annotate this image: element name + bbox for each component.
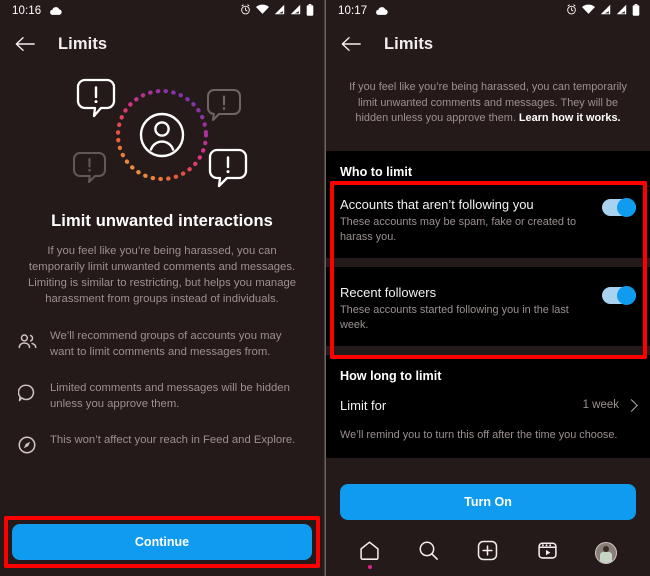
section-title-who-to-limit: Who to limit	[340, 164, 413, 179]
profile-avatar-icon	[595, 542, 618, 564]
battery-icon	[632, 3, 640, 19]
how-long-to-limit-section: How long to limit Limit for 1 week We’ll…	[326, 354, 650, 458]
comment-icon	[18, 382, 44, 404]
limit-row-recent-followers[interactable]: Recent followers These accounts started …	[340, 267, 636, 346]
status-icons-right	[240, 3, 314, 19]
turn-on-button[interactable]: Turn On	[340, 484, 636, 520]
search-icon	[418, 540, 439, 566]
limit-row-title: Recent followers	[340, 284, 437, 300]
section-divider	[326, 345, 650, 355]
limit-for-label: Limit for	[340, 397, 387, 413]
bottom-navigation-bar	[326, 530, 650, 576]
cloud-icon	[375, 6, 388, 16]
recent-followers-section: Recent followers These accounts started …	[326, 266, 650, 346]
toggle-knob	[617, 285, 636, 305]
left-phone-screen: 10:16 Limits Limit unwanted interactions…	[0, 0, 325, 576]
hero-title: Limit unwanted interactions	[51, 212, 273, 230]
limit-row-subtitle: These accounts started following you in …	[340, 303, 569, 331]
feature-item-reach: This won’t affect your reach in Feed and…	[18, 433, 306, 456]
alert-bubble-dim-left	[73, 152, 106, 183]
section-title-how-long: How long to limit	[340, 368, 442, 383]
wifi-icon	[582, 4, 595, 18]
status-time: 10:17	[338, 5, 368, 17]
signal-icon-2	[616, 4, 627, 18]
how-long-note: We’ll remind you to turn this off after …	[340, 428, 618, 441]
alarm-icon	[566, 4, 577, 18]
nav-reels[interactable]	[529, 538, 565, 568]
hero-body: If you feel like you’re being harassed, …	[27, 245, 297, 305]
toggle-accounts-not-following[interactable]	[602, 197, 636, 217]
feature-item-label: Limited comments and messages will be hi…	[50, 382, 290, 410]
person-avatar-icon	[139, 112, 185, 158]
dual-screenshot-stage: 10:16 Limits Limit unwanted interactions…	[0, 0, 650, 576]
status-bar-left: 10:16	[0, 0, 324, 22]
cloud-icon	[49, 6, 62, 16]
nav-search[interactable]	[411, 538, 447, 568]
continue-button[interactable]: Continue	[12, 524, 312, 560]
feature-list: We’ll recommend groups of accounts you m…	[0, 329, 324, 456]
alert-bubble-bright-top-left	[76, 78, 116, 118]
status-icons-right	[566, 3, 640, 19]
chevron-right-icon	[625, 398, 638, 412]
status-time: 10:16	[12, 5, 42, 17]
battery-icon	[306, 3, 314, 19]
alert-bubble-bright-bottom-right	[208, 148, 248, 188]
people-icon	[18, 330, 44, 352]
limit-row-title: Accounts that aren’t following you	[340, 196, 534, 212]
page-title: Limits	[384, 34, 434, 53]
back-arrow-icon[interactable]	[340, 33, 362, 55]
feature-item-recommend: We’ll recommend groups of accounts you m…	[18, 329, 306, 360]
limit-for-row[interactable]: Limit for 1 week	[340, 383, 638, 428]
limit-row-subtitle: These accounts may be spam, fake or crea…	[340, 215, 577, 243]
signal-icon-2	[290, 4, 301, 18]
alert-bubble-dim-right	[207, 89, 241, 121]
status-bar-right: 10:17	[326, 0, 650, 22]
app-bar-left: Limits	[0, 22, 324, 66]
app-bar-right: Limits	[326, 22, 650, 66]
signal-icon	[274, 4, 285, 18]
wifi-icon	[256, 4, 269, 18]
intro-paragraph: If you feel like you’re being harassed, …	[346, 80, 630, 127]
toggle-knob	[617, 197, 636, 217]
toggle-recent-followers[interactable]	[602, 285, 636, 305]
page-title: Limits	[58, 34, 108, 53]
section-divider	[326, 257, 650, 267]
right-phone-screen: 10:17 Limits If you feel like you’re bei…	[325, 0, 650, 576]
nav-home[interactable]	[352, 538, 388, 569]
nav-profile[interactable]	[588, 538, 624, 568]
nav-active-dot	[367, 565, 372, 569]
limit-interactions-illustration	[0, 72, 324, 202]
turn-on-button-wrap: Turn On	[340, 484, 636, 520]
reels-icon	[537, 540, 558, 566]
plus-square-icon	[477, 540, 498, 566]
compass-icon	[18, 434, 44, 456]
continue-button-wrap: Continue	[12, 524, 312, 560]
who-to-limit-section: Who to limit Accounts that aren’t follow…	[326, 150, 650, 258]
signal-icon	[600, 4, 611, 18]
learn-how-it-works-link[interactable]: Learn how it works.	[519, 112, 621, 124]
feature-item-label: This won’t affect your reach in Feed and…	[50, 434, 296, 446]
limit-for-value: 1 week	[582, 399, 619, 411]
limit-row-not-following[interactable]: Accounts that aren’t following you These…	[340, 179, 636, 258]
feature-item-label: We’ll recommend groups of accounts you m…	[50, 330, 282, 358]
feature-item-hidden: Limited comments and messages will be hi…	[18, 381, 306, 412]
back-arrow-icon[interactable]	[14, 33, 36, 55]
alarm-icon	[240, 4, 251, 18]
home-icon	[359, 540, 380, 566]
nav-create[interactable]	[470, 538, 506, 568]
